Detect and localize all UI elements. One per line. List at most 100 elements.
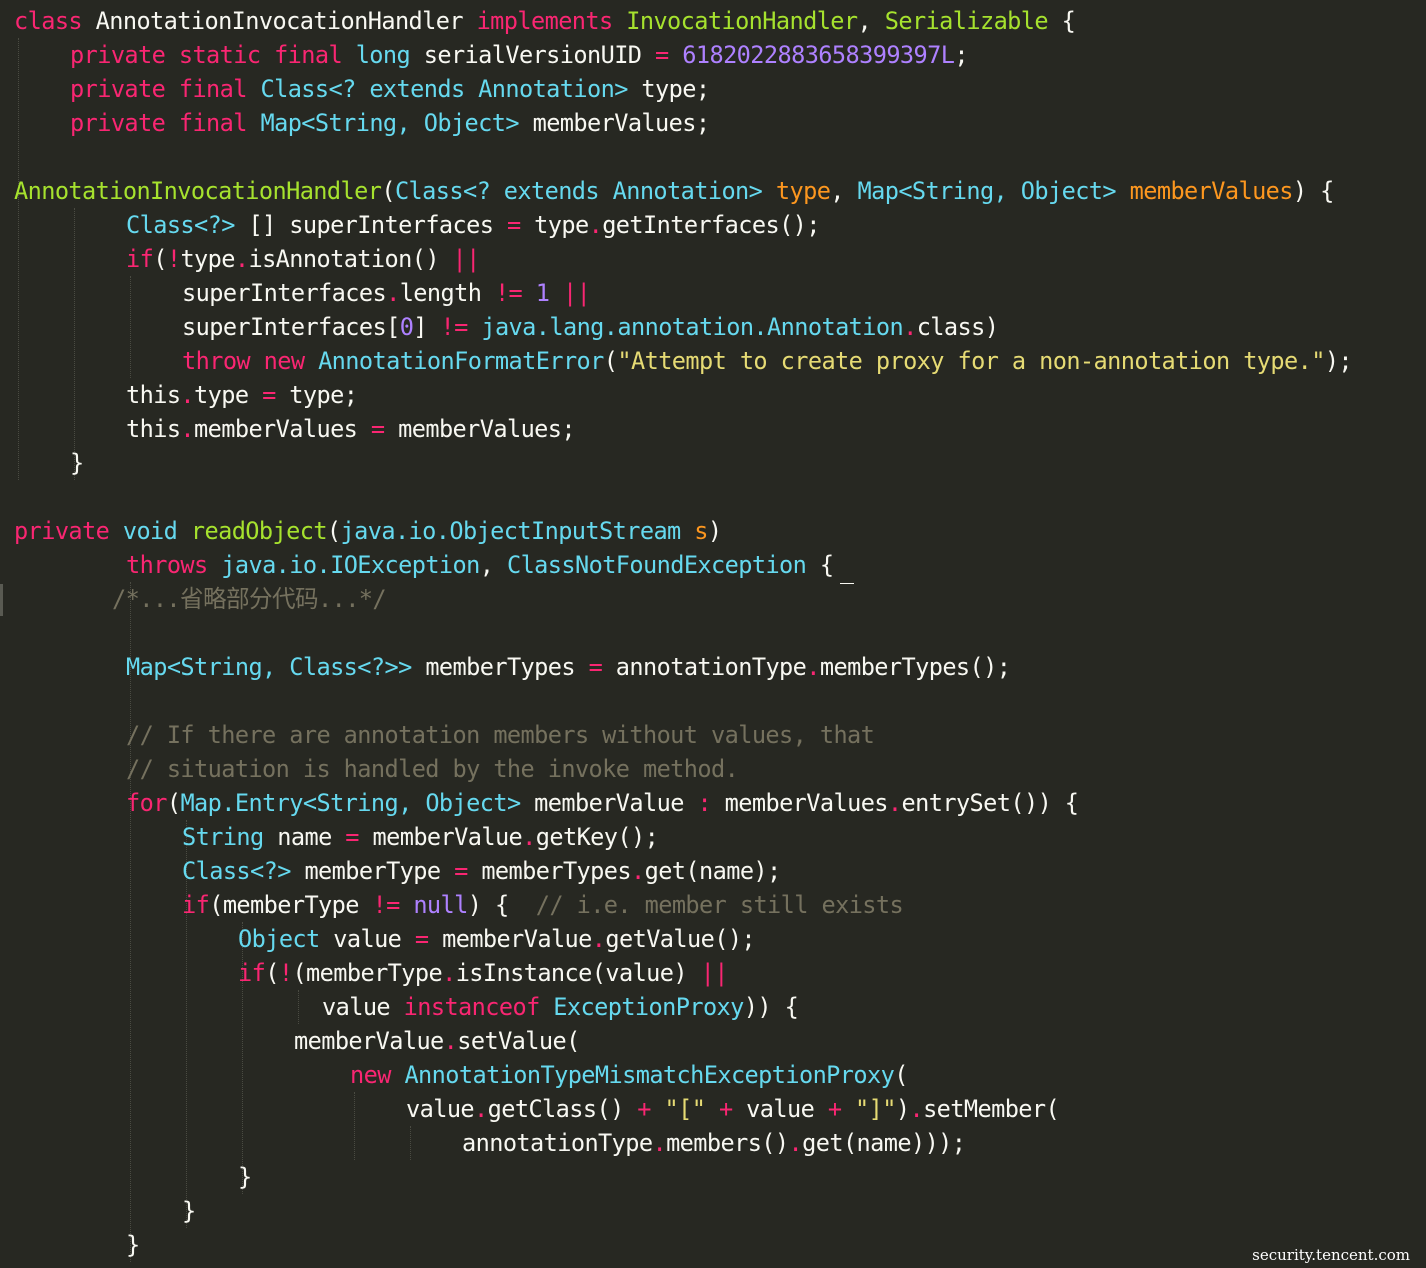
code-token: throw new bbox=[182, 347, 305, 375]
code-token: = bbox=[414, 925, 429, 953]
code-token: memberValue bbox=[534, 789, 684, 817]
code-token: isAnnotation() bbox=[248, 245, 439, 273]
code-line: this.memberValues = memberValues; bbox=[126, 412, 576, 446]
code-token: + bbox=[718, 1095, 733, 1123]
code-token: . bbox=[442, 959, 456, 987]
code-line: String name = memberValue.getKey(); bbox=[182, 820, 659, 854]
code-token: memberValues bbox=[724, 789, 889, 817]
code-token: annotationType bbox=[462, 1129, 653, 1157]
code-token: AnnotationInvocationHandler bbox=[14, 177, 382, 205]
code-line: Class<?> [] superInterfaces = type.getIn… bbox=[126, 208, 820, 242]
code-token: serialVersionUID bbox=[423, 41, 642, 69]
code-line: Map<String, Class<?>> memberTypes = anno… bbox=[126, 650, 1011, 684]
code-token: Serializable bbox=[884, 7, 1049, 35]
code-token: . bbox=[443, 1027, 458, 1055]
code-token: != bbox=[372, 891, 400, 919]
code-line: // situation is handled by the invoke me… bbox=[126, 752, 739, 786]
code-token: ; bbox=[954, 41, 968, 69]
code-line: value instanceof ExceptionProxy)) { bbox=[322, 990, 799, 1024]
code-token: ) bbox=[895, 1095, 910, 1123]
code-token: long bbox=[355, 41, 411, 69]
code-token: memberTypes bbox=[425, 653, 575, 681]
code-token: value bbox=[746, 1095, 815, 1123]
code-token: private static final bbox=[70, 41, 343, 69]
code-token: ) { bbox=[1292, 177, 1334, 205]
code-token: getClass() bbox=[487, 1095, 625, 1123]
code-token: || bbox=[562, 279, 591, 307]
code-token: s bbox=[694, 517, 708, 545]
code-token: String bbox=[182, 823, 264, 851]
code-token: . bbox=[630, 857, 645, 885]
indent-guide bbox=[298, 990, 299, 1024]
code-token: memberType bbox=[304, 857, 441, 885]
code-token: memberValue bbox=[294, 1027, 444, 1055]
code-token: type; bbox=[289, 381, 358, 409]
code-token: java.io.IOException bbox=[221, 551, 480, 579]
code-token: if bbox=[126, 245, 154, 273]
code-line: Object value = memberValue.getValue(); bbox=[238, 922, 756, 956]
code-token: Map<String, Object> bbox=[857, 177, 1117, 205]
code-token: Map.Entry<String, Object> bbox=[180, 789, 521, 817]
code-line: superInterfaces.length != 1 || bbox=[182, 276, 591, 310]
code-token: memberValues bbox=[194, 415, 358, 443]
code-token: name bbox=[277, 823, 332, 851]
code-line: private final Class<? extends Annotation… bbox=[70, 72, 710, 106]
code-token: memberValues; bbox=[532, 109, 710, 137]
code-token: value bbox=[406, 1095, 475, 1123]
code-token: annotationType bbox=[615, 653, 807, 681]
indent-guide bbox=[130, 276, 131, 378]
code-token: /*...省略部分代码...*/ bbox=[112, 585, 387, 613]
code-line: } bbox=[182, 1194, 196, 1228]
code-editor[interactable]: class AnnotationInvocationHandler implem… bbox=[0, 0, 1426, 1268]
code-token: this bbox=[126, 415, 181, 443]
code-token: length bbox=[399, 279, 482, 307]
code-token: Map<String, Object> bbox=[260, 109, 519, 137]
code-token: . bbox=[180, 415, 195, 443]
code-token: "[" bbox=[664, 1095, 706, 1123]
code-token: ( bbox=[326, 517, 341, 545]
code-token: setValue( bbox=[457, 1027, 580, 1055]
code-token: type; bbox=[641, 75, 710, 103]
code-token: ! bbox=[166, 245, 181, 273]
code-line: private final Map<String, Object> member… bbox=[70, 106, 710, 140]
code-token: . bbox=[474, 1095, 488, 1123]
indent-guide bbox=[130, 582, 131, 1262]
code-token: type bbox=[534, 211, 589, 239]
code-line: } bbox=[126, 1228, 140, 1262]
code-token: members() bbox=[666, 1129, 789, 1157]
code-token: : bbox=[697, 789, 712, 817]
code-line: new AnnotationTypeMismatchExceptionProxy… bbox=[350, 1058, 908, 1092]
code-token: = bbox=[588, 653, 603, 681]
code-token: ( bbox=[265, 959, 279, 987]
code-token: "]" bbox=[855, 1095, 896, 1123]
code-token: . bbox=[180, 381, 195, 409]
code-token: AnnotationInvocationHandler bbox=[95, 7, 464, 35]
code-token: private final bbox=[70, 109, 247, 137]
code-token: class bbox=[14, 7, 83, 35]
code-token: Object bbox=[238, 925, 320, 953]
code-token: . bbox=[806, 653, 820, 681]
code-token: . bbox=[788, 1129, 803, 1157]
code-token: throws bbox=[126, 551, 208, 579]
code-line: this.type = type; bbox=[126, 378, 358, 412]
code-line: private static final long serialVersionU… bbox=[70, 38, 969, 72]
code-token: getValue(); bbox=[605, 925, 756, 953]
code-line: value.getClass() + "[" + value + "]").se… bbox=[406, 1092, 1060, 1126]
code-token: { bbox=[819, 551, 834, 579]
code-token: if bbox=[182, 891, 210, 919]
code-token: memberTypes bbox=[481, 857, 631, 885]
code-token: type bbox=[180, 245, 235, 273]
code-token: , bbox=[857, 7, 872, 35]
code-token: ( bbox=[381, 177, 395, 205]
code-token: new bbox=[350, 1061, 391, 1089]
code-line: for(Map.Entry<String, Object> memberValu… bbox=[126, 786, 1079, 820]
code-token: { bbox=[1061, 7, 1076, 35]
code-token: get(name); bbox=[644, 857, 782, 885]
code-token: 1 bbox=[535, 279, 550, 307]
code-token: = bbox=[345, 823, 359, 851]
code-token: . bbox=[909, 1095, 924, 1123]
code-line: Class<?> memberType = memberTypes.get(na… bbox=[182, 854, 781, 888]
code-token: . bbox=[591, 925, 606, 953]
code-token: class) bbox=[916, 313, 999, 341]
code-token: for bbox=[126, 789, 167, 817]
